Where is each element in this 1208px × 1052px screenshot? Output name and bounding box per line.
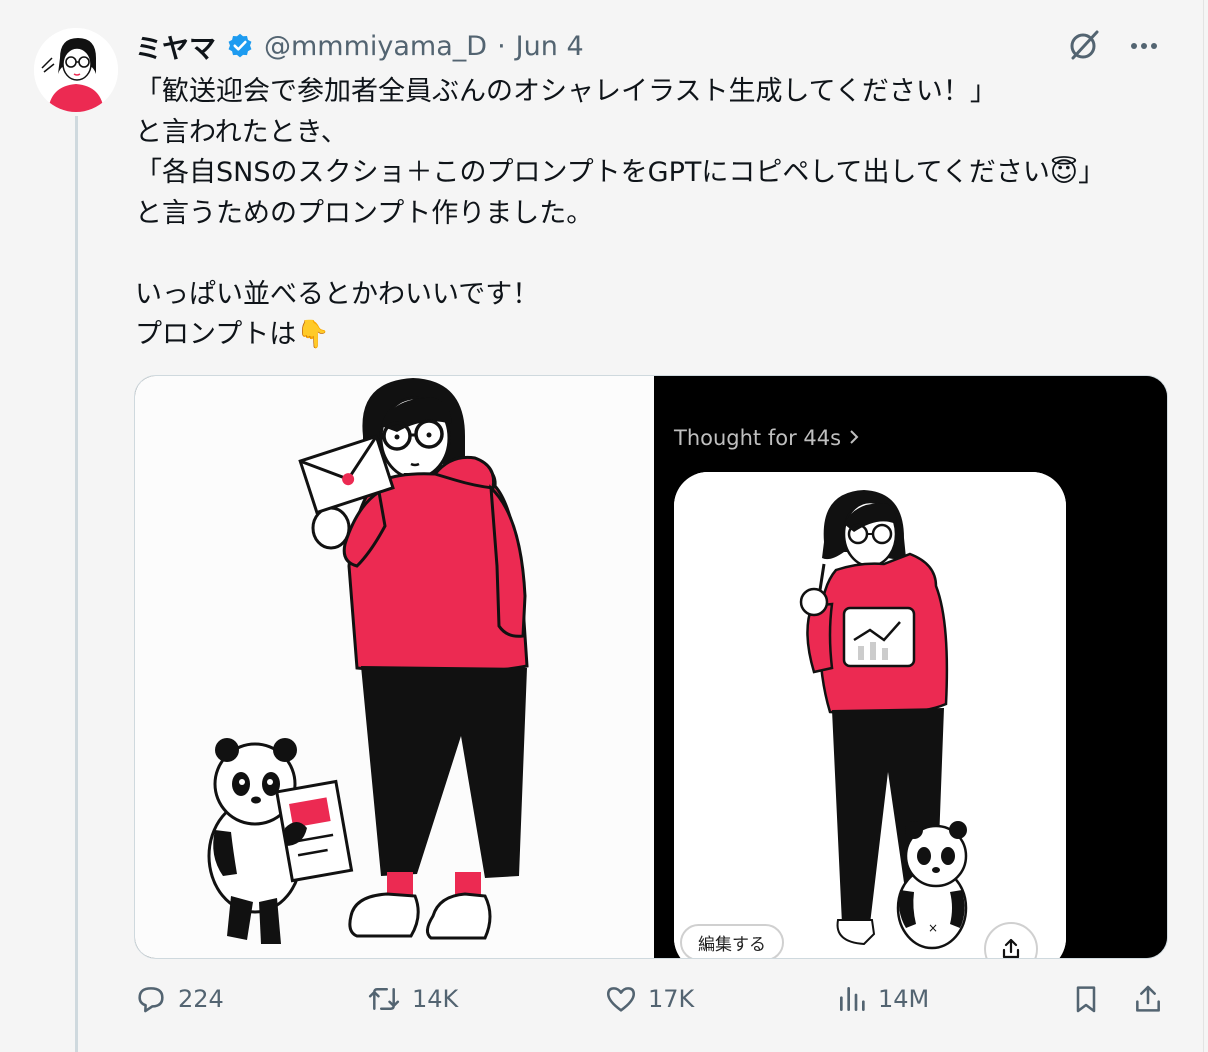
views-button[interactable]: 14M xyxy=(836,982,929,1016)
verified-badge-icon[interactable] xyxy=(226,32,254,60)
svg-text:×: × xyxy=(928,921,938,935)
grok-icon[interactable] xyxy=(1067,28,1101,62)
avatar[interactable] xyxy=(34,28,118,112)
illustration-image-left[interactable] xyxy=(135,376,654,958)
tweet-text-line: 「各自SNSのスクショ＋このプロンプトをGPTにコピペして出してください😇」 xyxy=(135,157,1106,188)
header-actions xyxy=(1067,28,1161,62)
tweet-text-line: いっぱい並べるとかわいいです！ xyxy=(135,278,540,310)
thought-label[interactable]: Thought for 44s xyxy=(674,426,859,450)
thought-text: Thought for 44s xyxy=(674,426,842,450)
repost-button[interactable]: 14K xyxy=(366,982,458,1016)
separator-dot: · xyxy=(497,30,506,62)
bookmark-button[interactable] xyxy=(1070,982,1102,1016)
like-button[interactable]: 17K xyxy=(604,982,694,1016)
share-button[interactable] xyxy=(1132,982,1164,1016)
generated-image-card[interactable]: × xyxy=(674,472,1066,958)
tweet-card[interactable]: ミヤマ @mmmiyama_D · Jun 4 「歓送迎会で参加者全員ぶんのオシ… xyxy=(0,0,1204,1052)
bookmark-icon xyxy=(1076,986,1096,1013)
chatgpt-screenshot[interactable]: Thought for 44s × 編集する xyxy=(654,376,1167,958)
tweet-header: ミヤマ @mmmiyama_D · Jun 4 xyxy=(135,26,584,66)
repost-count: 14K xyxy=(412,985,459,1013)
edit-button[interactable]: 編集する xyxy=(680,924,784,958)
author-handle[interactable]: @mmmiyama_D xyxy=(264,31,487,62)
more-icon[interactable] xyxy=(1127,28,1161,62)
views-icon xyxy=(840,987,865,1011)
share-icon xyxy=(1136,985,1160,1012)
like-count: 17K xyxy=(648,985,695,1013)
views-count: 14M xyxy=(878,985,930,1013)
tweet-text-line: プロンプトは👇 xyxy=(135,319,330,350)
tweet-actions: 224 14K 17K 14M xyxy=(134,982,1174,1026)
like-icon xyxy=(606,987,636,1012)
thread-line xyxy=(75,116,78,1052)
tweet-text-line xyxy=(135,234,1175,275)
reply-button[interactable]: 224 xyxy=(134,982,224,1016)
media-container[interactable]: Thought for 44s × 編集する xyxy=(134,375,1168,959)
repost-icon xyxy=(368,988,400,1010)
chevron-right-icon xyxy=(849,426,859,450)
tweet-text-line: 「歓送迎会で参加者全員ぶんのオシャレイラスト生成してください！」 xyxy=(135,76,997,107)
reply-icon xyxy=(138,987,164,1013)
tweet-text-line: と言うためのプロンプト作りました。 xyxy=(135,197,594,229)
reply-count: 224 xyxy=(178,985,224,1013)
tweet-date[interactable]: Jun 4 xyxy=(516,31,584,62)
tweet-text-line: と言われたとき、 xyxy=(135,116,348,148)
share-icon xyxy=(1002,938,1020,958)
display-name[interactable]: ミヤマ xyxy=(135,27,216,66)
tweet-text: 「歓送迎会で参加者全員ぶんのオシャレイラスト生成してください！」 と言われたとき、… xyxy=(135,72,1175,356)
